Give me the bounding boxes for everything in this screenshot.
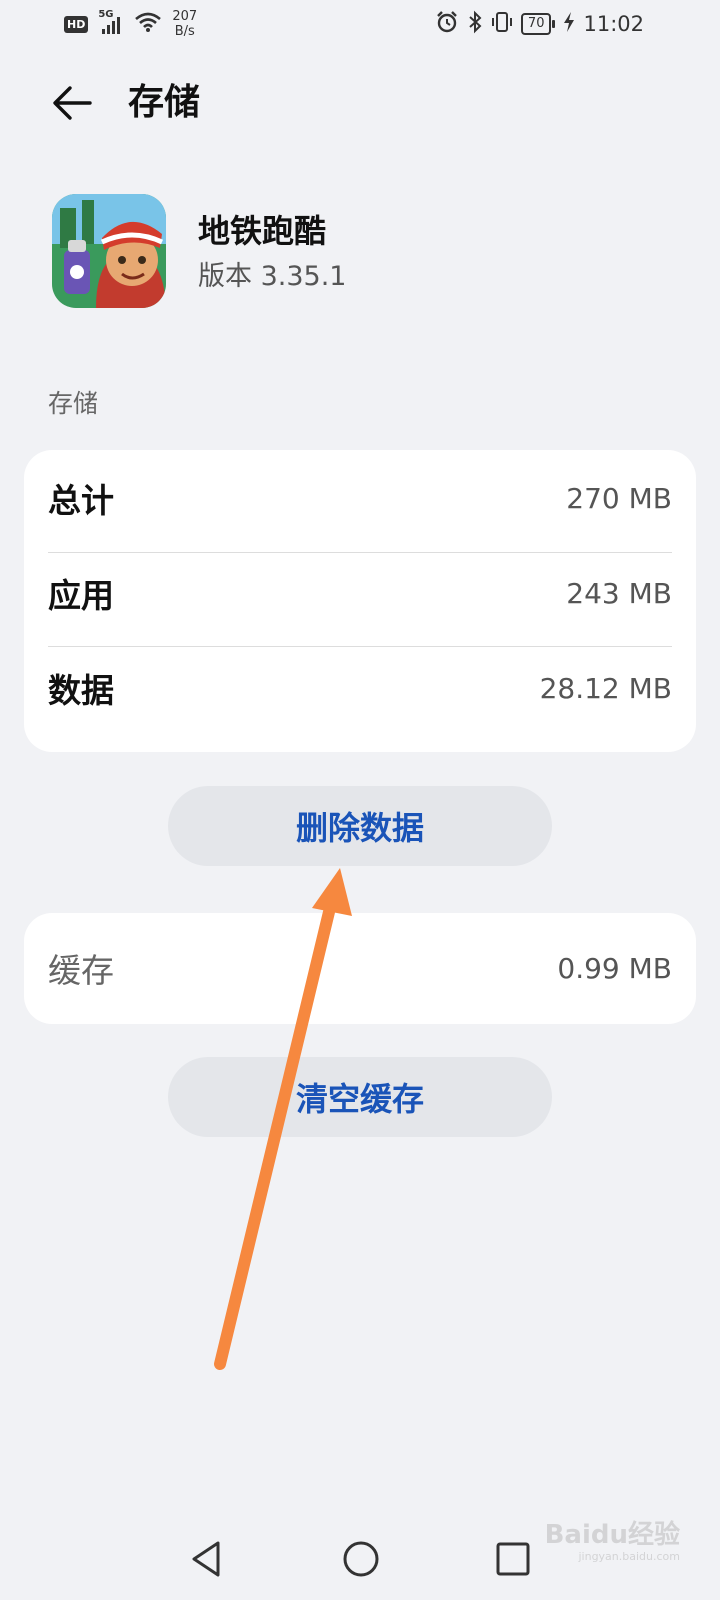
charging-icon	[563, 11, 575, 37]
divider	[48, 552, 672, 553]
alarm-icon	[435, 10, 459, 38]
storage-row-total: 总计 270 MB	[48, 470, 672, 526]
status-bar: HD 5G 207 B/s 70 11:02	[0, 0, 720, 48]
storage-page: HD 5G 207 B/s 70 11:02 存储 地铁跑酷 版本 3.35.1…	[0, 0, 720, 1600]
nav-back-button[interactable]	[186, 1538, 228, 1580]
status-left: HD 5G 207 B/s	[64, 8, 197, 40]
row-value: 243 MB	[566, 576, 672, 610]
page-title: 存储	[128, 82, 201, 123]
network-speed: 207 B/s	[172, 9, 198, 39]
back-button[interactable]	[44, 80, 100, 126]
app-version: 版本 3.35.1	[198, 261, 347, 292]
status-right: 70 11:02	[435, 8, 644, 40]
storage-card: 总计 270 MB 应用 243 MB 数据 28.12 MB	[24, 450, 696, 752]
app-name: 地铁跑酷	[198, 212, 327, 250]
cache-row: 缓存 0.99 MB	[48, 940, 672, 996]
section-label-storage: 存储	[48, 389, 99, 418]
row-value: 28.12 MB	[539, 671, 672, 705]
wifi-icon	[134, 11, 162, 37]
clear-cache-button[interactable]: 清空缓存	[168, 1057, 552, 1137]
watermark: Baidu经验 jingyan.baidu.com	[545, 1520, 680, 1564]
row-label: 总计	[48, 481, 114, 520]
app-icon	[52, 194, 166, 308]
signal-icon: 5G	[98, 9, 124, 35]
bluetooth-icon	[467, 10, 483, 38]
back-arrow-icon	[53, 86, 92, 120]
hd-badge: HD	[64, 15, 89, 33]
clock: 11:02	[583, 12, 644, 36]
nav-recents-button[interactable]	[492, 1538, 534, 1580]
row-label: 数据	[48, 671, 114, 710]
nav-home-button[interactable]	[340, 1538, 382, 1580]
vibrate-icon	[491, 10, 513, 38]
divider	[48, 646, 672, 647]
battery-indicator: 70	[520, 13, 555, 35]
square-recents-icon	[496, 1542, 530, 1576]
storage-row-app: 应用 243 MB	[48, 565, 672, 621]
circle-home-icon	[343, 1541, 379, 1577]
cache-value: 0.99 MB	[557, 951, 672, 985]
triangle-back-icon	[192, 1541, 220, 1577]
storage-row-data: 数据 28.12 MB	[48, 660, 672, 716]
watermark-sub: jingyan.baidu.com	[578, 1550, 680, 1563]
row-value: 270 MB	[566, 481, 672, 515]
row-label: 应用	[48, 576, 114, 615]
watermark-main: Baidu经验	[544, 1520, 680, 1550]
cache-label: 缓存	[48, 951, 114, 990]
delete-data-button[interactable]: 删除数据	[168, 786, 552, 866]
cache-card: 缓存 0.99 MB	[24, 913, 696, 1024]
